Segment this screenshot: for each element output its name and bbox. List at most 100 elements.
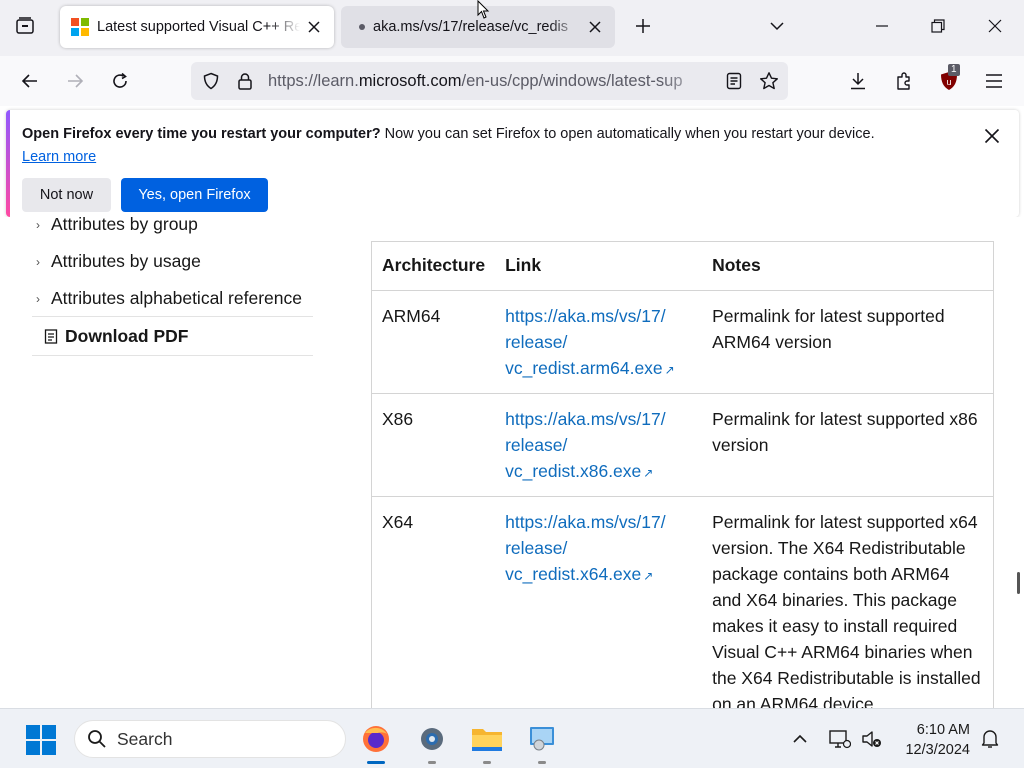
gear-icon <box>421 728 443 750</box>
url-domain: microsoft.com <box>358 72 462 90</box>
link-line: https://aka.ms/vs/17/ <box>505 511 666 532</box>
start-button[interactable] <box>26 725 56 755</box>
sidebar-item-label: Attributes by group <box>51 217 198 234</box>
arch-cell: ARM64 <box>372 290 496 394</box>
puzzle-piece-icon <box>897 72 910 90</box>
notification-close-button[interactable] <box>978 122 1006 150</box>
running-indicator <box>538 761 546 764</box>
shield-icon <box>203 72 219 90</box>
notification-title: Open Firefox every time you restart your… <box>22 126 381 142</box>
svg-text:u: u <box>946 77 951 87</box>
arch-cell: X86 <box>372 393 496 497</box>
sidebar-divider <box>32 355 313 356</box>
not-now-button[interactable]: Not now <box>22 178 111 212</box>
sidebar-item-label: Attributes alphabetical reference <box>51 288 302 308</box>
close-icon <box>984 128 1000 144</box>
x64-download-link[interactable]: https://aka.ms/vs/17/release/vc_redist.x… <box>505 512 665 584</box>
taskbar-search[interactable]: Search <box>74 720 346 758</box>
tab-title: Latest supported Visual C++ Re <box>97 19 300 35</box>
hamburger-menu-icon <box>986 74 1002 88</box>
tab-strip: Latest supported Visual C++ Re aka.ms/vs… <box>0 0 1024 56</box>
reload-icon <box>113 72 127 88</box>
learn-more-link[interactable]: Learn more <box>22 149 96 165</box>
mouse-cursor-icon <box>477 0 490 19</box>
x86-download-link[interactable]: https://aka.ms/vs/17/release/vc_redist.x… <box>505 409 665 481</box>
link-cell: https://aka.ms/vs/17/release/vc_redist.x… <box>495 393 703 497</box>
url-suffix: /en-us/cpp/windows/latest-sup <box>461 72 683 90</box>
restart-notification-bar: Open Firefox every time you restart your… <box>6 110 1019 217</box>
installer-icon <box>530 727 554 751</box>
list-all-tabs-button[interactable] <box>761 10 793 42</box>
windows-taskbar: Search 6:10 AM 12/3/2024 <box>0 708 1024 768</box>
minimize-button[interactable] <box>866 10 898 42</box>
search-placeholder: Search <box>117 728 173 749</box>
arch-cell: X64 <box>372 496 496 708</box>
tab-title: aka.ms/vs/17/release/vc_redis <box>373 19 569 35</box>
clock[interactable]: 6:10 AM 12/3/2024 <box>898 720 970 760</box>
app-menu-button[interactable] <box>978 65 1010 97</box>
arrow-right-icon <box>68 74 84 88</box>
table-row: ARM64 https://aka.ms/vs/17/release/vc_re… <box>372 290 993 394</box>
header-architecture: Architecture <box>372 242 496 291</box>
search-icon <box>88 730 106 748</box>
url-bar[interactable]: https://learn.microsoft.com/en-us/cpp/wi… <box>191 62 788 100</box>
table-header-row: Architecture Link Notes <box>372 242 993 291</box>
page-scrollbar[interactable] <box>1017 572 1020 594</box>
notes-cell: Permalink for latest supported x86 versi… <box>702 393 993 497</box>
reload-button[interactable] <box>104 65 136 97</box>
chevron-right-icon: › <box>36 217 40 232</box>
taskbar-file-explorer[interactable] <box>467 719 507 764</box>
taskbar-installer-app[interactable] <box>522 719 562 764</box>
extensions-button[interactable] <box>888 65 920 97</box>
restore-button[interactable] <box>922 10 954 42</box>
firefox-view-button[interactable] <box>9 10 41 42</box>
download-icon <box>851 73 865 90</box>
link-cell: https://aka.ms/vs/17/release/vc_redist.x… <box>495 496 703 708</box>
sidebar-item-attributes-by-group[interactable]: › Attributes by group <box>36 217 198 235</box>
back-button[interactable] <box>14 65 46 97</box>
taskbar-firefox[interactable] <box>356 719 396 764</box>
arm64-download-link[interactable]: https://aka.ms/vs/17/release/vc_redist.a… <box>505 306 675 378</box>
downloads-button[interactable] <box>842 65 874 97</box>
external-link-icon: ↗ <box>643 568 654 583</box>
table-row: X86 https://aka.ms/vs/17/release/vc_redi… <box>372 393 993 497</box>
taskbar-settings[interactable] <box>412 719 452 764</box>
plus-icon <box>636 19 650 33</box>
bookmark-button[interactable] <box>757 69 781 93</box>
reader-view-button[interactable] <box>722 69 746 93</box>
new-tab-button[interactable] <box>627 10 659 42</box>
network-icon <box>829 730 851 749</box>
page-content: › Attributes by group › Attributes by us… <box>0 217 1024 708</box>
site-info-button[interactable] <box>233 69 257 93</box>
external-link-icon: ↗ <box>664 362 675 377</box>
url-text[interactable]: https://learn.microsoft.com/en-us/cpp/wi… <box>268 72 714 91</box>
tab-close-button[interactable] <box>300 13 328 41</box>
tab-latest-vcpp[interactable]: Latest supported Visual C++ Re <box>60 6 334 48</box>
download-pdf-link[interactable]: Download PDF <box>44 326 188 347</box>
link-line: https://aka.ms/vs/17/ <box>505 305 666 326</box>
sidebar-divider <box>32 316 313 317</box>
notes-cell: Permalink for latest supported x64 versi… <box>702 496 993 708</box>
close-window-button[interactable] <box>979 10 1011 42</box>
link-line: release/ <box>505 537 568 558</box>
volume-button[interactable] <box>852 719 892 759</box>
tab-close-button[interactable] <box>581 13 609 41</box>
sidebar-item-attributes-alphabetical[interactable]: › Attributes alphabetical reference <box>36 288 302 309</box>
bell-icon <box>981 730 999 748</box>
close-icon <box>988 19 1002 33</box>
active-indicator <box>367 761 385 764</box>
yes-open-firefox-button[interactable]: Yes, open Firefox <box>121 178 268 212</box>
chevron-right-icon: › <box>36 254 40 269</box>
running-indicator <box>428 761 436 764</box>
sidebar-item-attributes-by-usage[interactable]: › Attributes by usage <box>36 251 201 272</box>
url-prefix: https://learn. <box>268 72 359 90</box>
show-hidden-icons-button[interactable] <box>780 719 820 759</box>
link-line: release/ <box>505 434 568 455</box>
tracking-protection-button[interactable] <box>199 69 223 93</box>
close-icon <box>589 21 601 33</box>
link-line: release/ <box>505 331 568 352</box>
chevron-up-icon <box>793 734 807 743</box>
notifications-button[interactable] <box>970 719 1010 759</box>
link-line: https://aka.ms/vs/17/ <box>505 408 666 429</box>
forward-button[interactable] <box>59 65 91 97</box>
